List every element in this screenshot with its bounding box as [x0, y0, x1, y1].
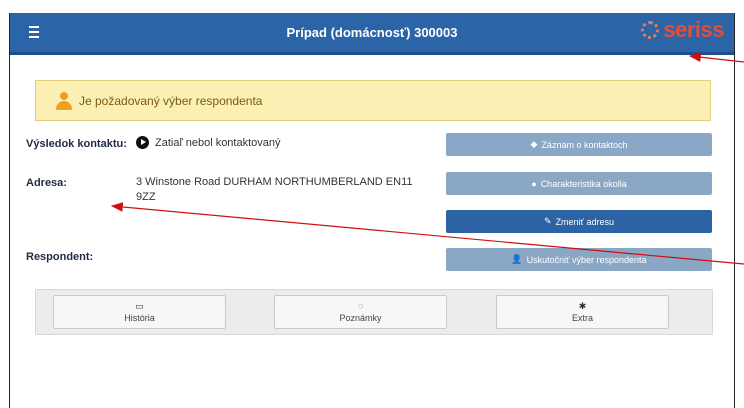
address-value: 3 Winstone Road DURHAM NORTHUMBERLAND EN… — [136, 175, 413, 205]
logo-mark-icon — [641, 21, 660, 39]
contact-result-text: Zatiaľ nebol kontaktovaný — [155, 137, 281, 149]
info-icon: ● — [531, 178, 537, 189]
comment-icon: ◌ — [357, 301, 364, 311]
play-circle-icon — [136, 136, 149, 149]
contact-result-value: Zatiaľ nebol kontaktovaný — [136, 136, 281, 151]
logo-text: seriss — [663, 17, 724, 42]
gear-icon: ✱ — [578, 301, 587, 311]
page-title: Prípad (domácnosť) 300003 — [286, 25, 458, 40]
respondent-label: Respondent: — [26, 251, 94, 263]
bottom-tab-bar: ▭ História ◌ Poznámky ✱ Extra — [35, 289, 713, 335]
top-bar: Prípad (domácnosť) 300003 seriss — [10, 13, 734, 55]
tab-history[interactable]: ▭ História — [53, 295, 226, 329]
alert-text: Je požadovaný výber respondenta — [79, 93, 263, 108]
diamond-icon: ◆ — [530, 139, 538, 149]
seriss-logo: seriss — [641, 18, 724, 42]
user-icon: 👤 — [511, 254, 523, 264]
select-respondent-button[interactable]: 👤 Uskutočniť výber respondenta — [446, 248, 712, 271]
calendar-icon: ▭ — [135, 301, 144, 311]
respondent-selection-alert: Je požadovaný výber respondenta — [35, 80, 711, 121]
app-frame: Prípad (domácnosť) 300003 seriss Je poža… — [9, 13, 735, 408]
contact-record-button[interactable]: ◆ Záznam o kontaktoch — [446, 133, 712, 156]
tab-extra[interactable]: ✱ Extra — [496, 295, 669, 329]
address-label: Adresa: — [26, 177, 67, 189]
tab-notes[interactable]: ◌ Poznámky — [274, 295, 447, 329]
address-line-2: 9ZZ — [136, 191, 156, 203]
edit-icon: ✎ — [544, 216, 552, 226]
neighborhood-characteristics-button[interactable]: ● Charakteristika okolia — [446, 172, 712, 195]
contact-result-label: Výsledok kontaktu: — [26, 138, 127, 150]
user-icon — [55, 91, 73, 110]
change-address-button[interactable]: ✎ Zmeniť adresu — [446, 210, 712, 233]
address-line-1: 3 Winstone Road DURHAM NORTHUMBERLAND EN… — [136, 176, 413, 188]
